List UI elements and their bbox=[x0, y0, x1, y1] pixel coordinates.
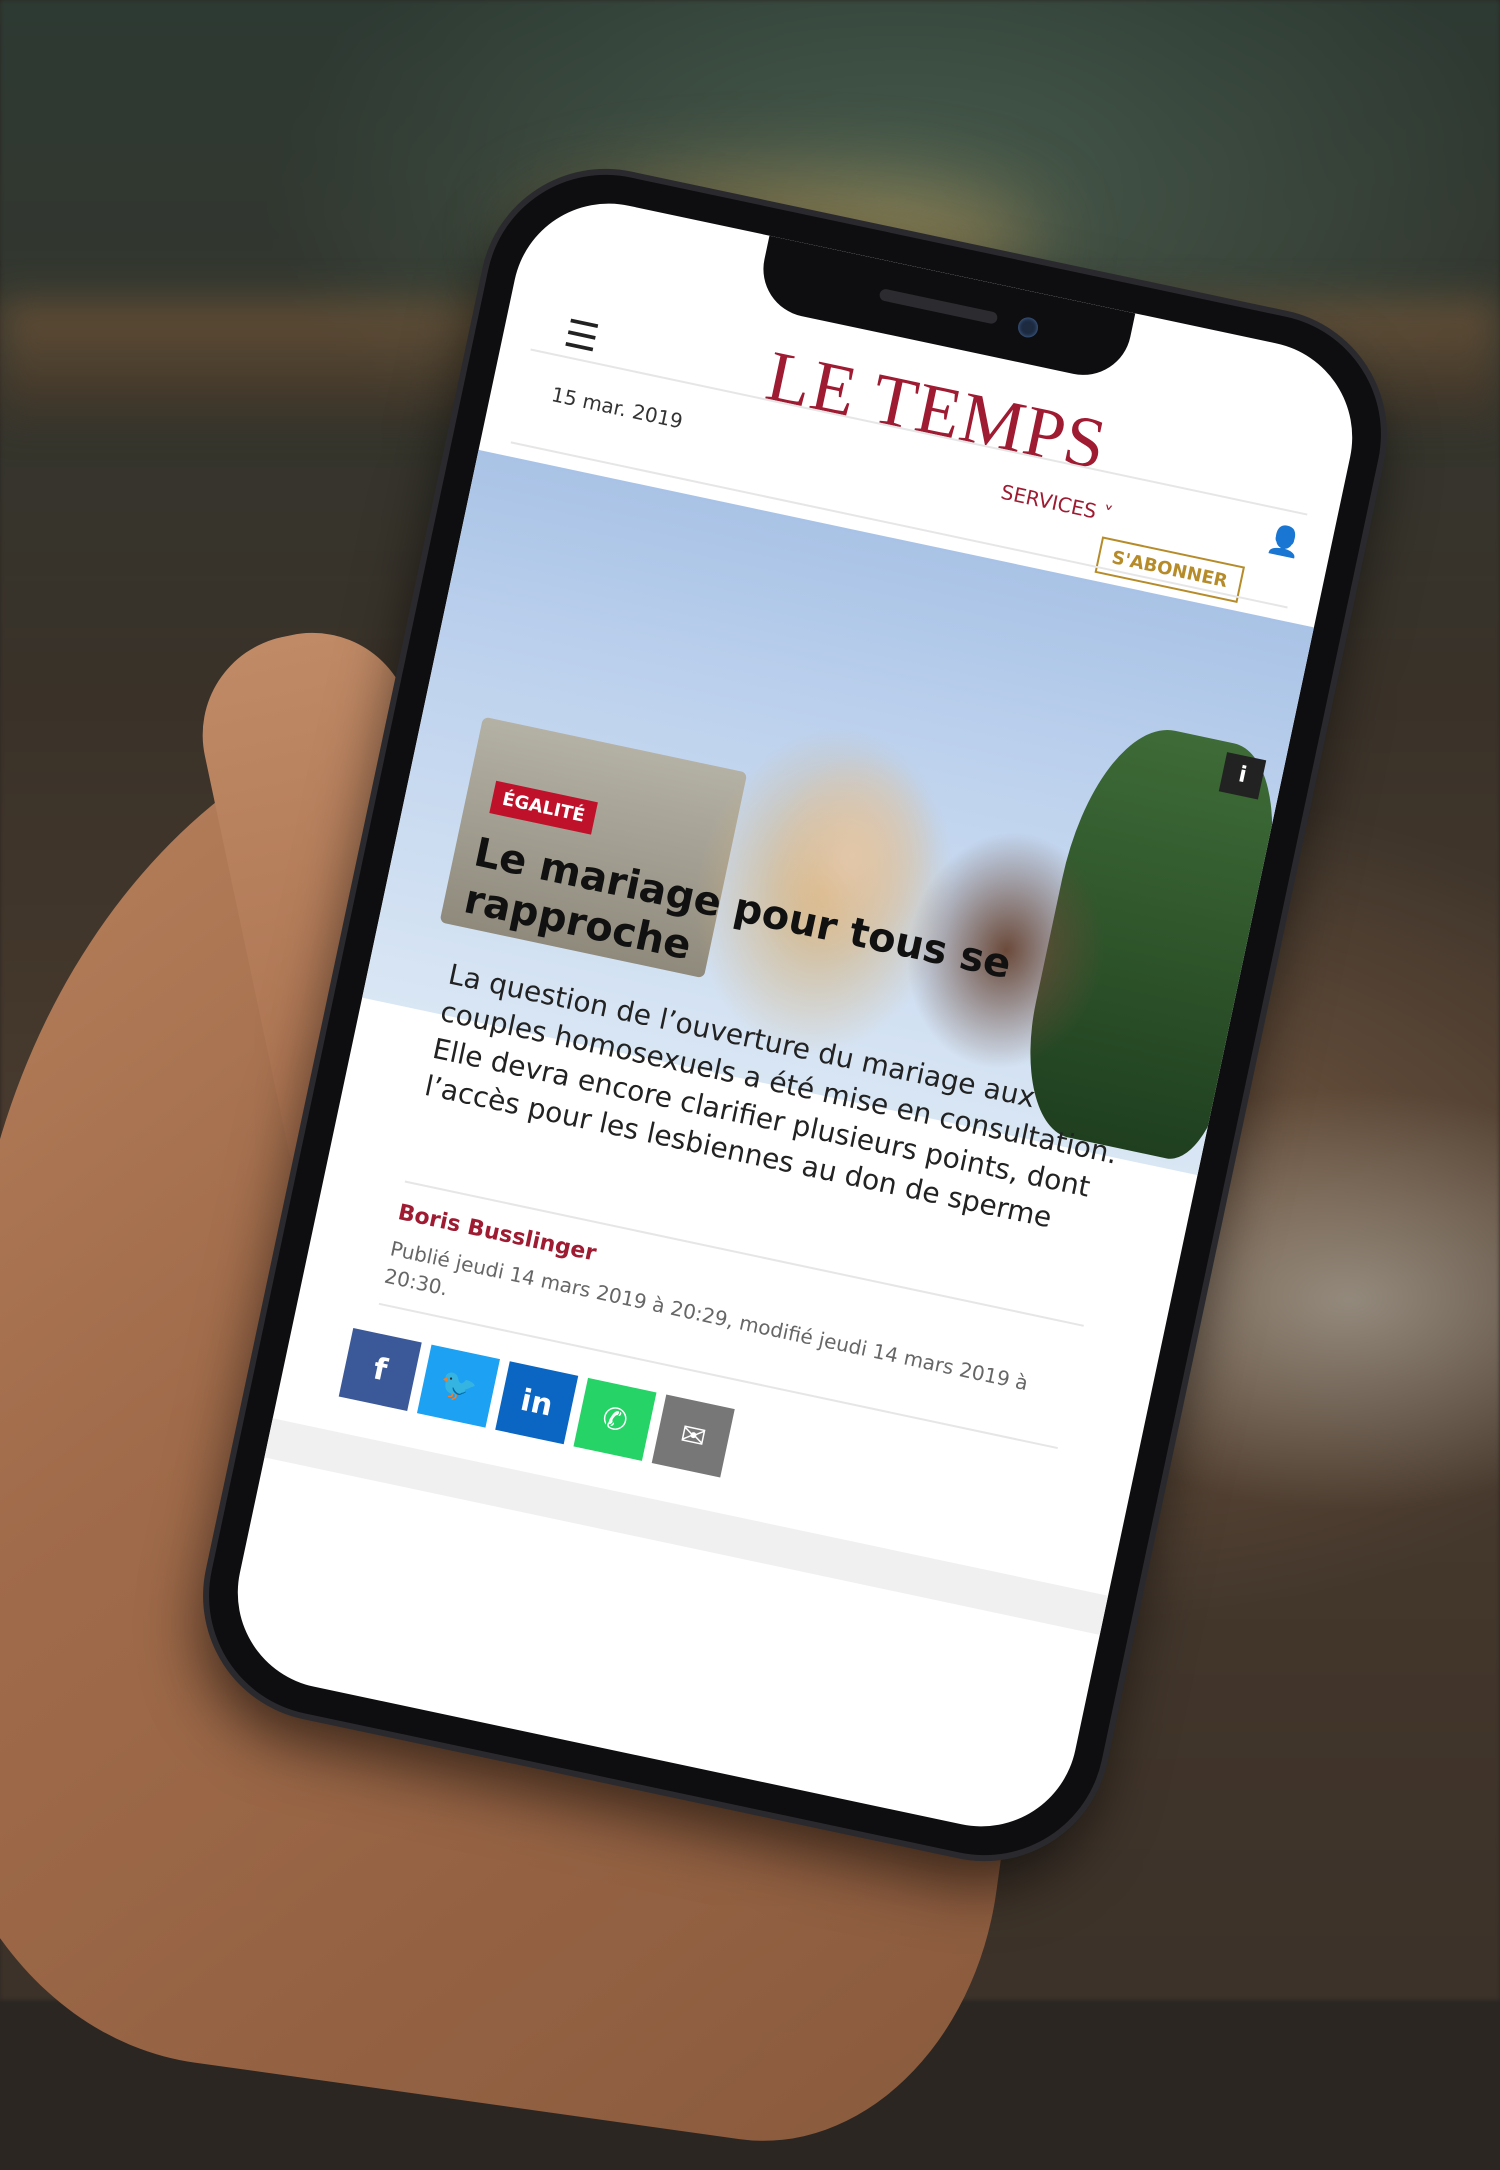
facebook-icon: f bbox=[370, 1351, 391, 1388]
linkedin-icon: in bbox=[517, 1382, 556, 1424]
user-icon[interactable]: 👤 bbox=[1264, 521, 1305, 561]
front-camera bbox=[1016, 315, 1040, 340]
whatsapp-share-button[interactable]: ✆ bbox=[573, 1377, 657, 1461]
speaker bbox=[878, 288, 999, 325]
twitter-share-button[interactable]: 🐦 bbox=[416, 1344, 500, 1428]
twitter-icon: 🐦 bbox=[436, 1365, 481, 1408]
email-share-button[interactable]: ✉ bbox=[651, 1394, 735, 1478]
header-date: 15 mar. 2019 bbox=[549, 382, 685, 434]
linkedin-share-button[interactable]: in bbox=[495, 1361, 579, 1445]
facebook-share-button[interactable]: f bbox=[338, 1327, 422, 1412]
whatsapp-icon: ✆ bbox=[599, 1399, 631, 1440]
hamburger-icon[interactable]: ☰ bbox=[560, 311, 602, 361]
mail-icon: ✉ bbox=[677, 1416, 710, 1456]
services-label: SERVICES bbox=[998, 479, 1099, 524]
chevron-down-icon: ˅ bbox=[1099, 501, 1115, 527]
info-icon[interactable]: i bbox=[1218, 752, 1267, 800]
